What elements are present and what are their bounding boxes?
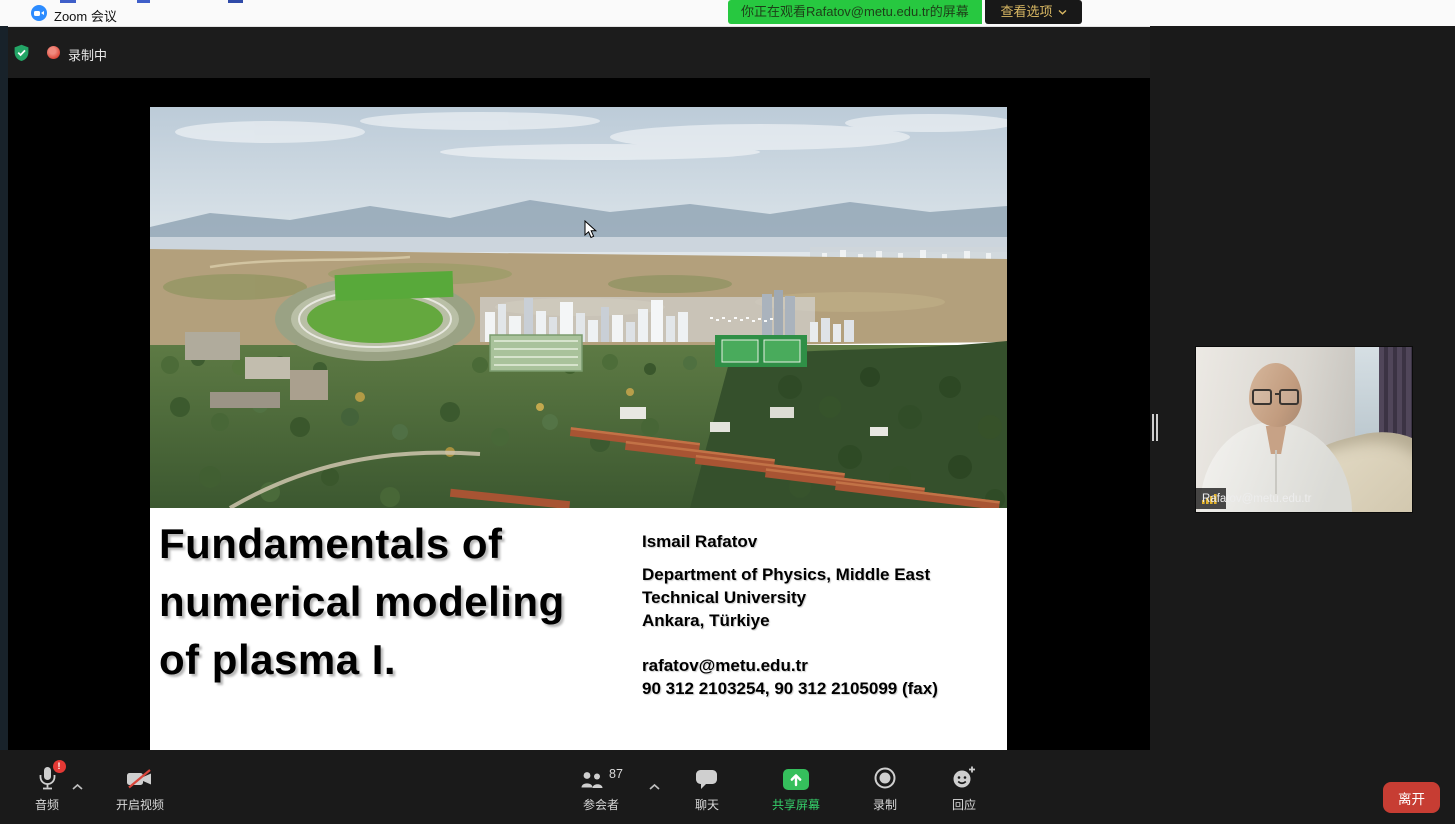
window-title-bar: Zoom 会议 你正在观看Rafatov@metu.edu.tr的屏幕 查看选项 (0, 0, 1455, 27)
record-button[interactable]: 录制 (842, 764, 928, 813)
audio-options-chevron[interactable] (71, 783, 84, 791)
reactions-button[interactable]: 回应 (921, 764, 1007, 813)
participants-count: 87 (609, 767, 623, 781)
desktop-edge-strip (0, 26, 8, 750)
share-screen-icon (783, 769, 809, 790)
participants-icon (579, 770, 605, 790)
slide-author-block: Ismail Rafatov Department of Physics, Mi… (642, 530, 992, 700)
chevron-down-icon (1058, 9, 1067, 15)
affiliation-line: Ankara, Türkiye (642, 609, 992, 632)
record-icon (873, 766, 897, 790)
chat-bubble-icon (695, 768, 719, 790)
participant-name-tag: Rafatov@metu.edu.tr (1196, 488, 1226, 509)
start-video-button[interactable]: 开启视频 (97, 764, 183, 813)
record-label: 录制 (873, 796, 897, 813)
view-options-label: 查看选项 (1000, 0, 1052, 24)
participant-name-label: Rafatov@metu.edu.tr (1202, 493, 1311, 505)
affiliation-line: Technical University (642, 586, 992, 609)
reactions-label: 回应 (952, 796, 976, 813)
recording-dot-icon (47, 46, 60, 59)
background-window-artifact (137, 0, 150, 3)
audio-alert-badge: ! (53, 760, 66, 773)
audio-label: 音频 (35, 796, 59, 813)
security-shield-icon[interactable] (13, 44, 30, 62)
share-screen-label: 共享屏幕 (772, 796, 820, 813)
participants-options-chevron[interactable] (648, 783, 661, 791)
slide-title: Fundamentals of numerical modeling of pl… (159, 515, 719, 689)
share-screen-button[interactable]: 共享屏幕 (753, 764, 839, 813)
participants-button[interactable]: 87 参会者 (558, 764, 644, 813)
participant-video-tile[interactable]: Rafatov@metu.edu.tr (1196, 347, 1412, 512)
start-video-label: 开启视频 (116, 796, 164, 813)
reactions-smiley-icon (951, 765, 978, 790)
panel-resize-handle[interactable] (1152, 414, 1160, 441)
mouse-cursor-icon (584, 220, 598, 240)
zoom-meeting-window: Zoom 会议 你正在观看Rafatov@metu.edu.tr的屏幕 查看选项… (0, 0, 1455, 824)
camera-glyph (34, 11, 40, 16)
slide-title-line: of plasma I. (159, 631, 719, 689)
background-window-artifact (228, 0, 243, 3)
screen-watching-banner: 你正在观看Rafatov@metu.edu.tr的屏幕 (728, 0, 982, 24)
window-title: Zoom 会议 (54, 6, 117, 25)
zoom-app-icon (31, 5, 47, 21)
view-options-button[interactable]: 查看选项 (985, 0, 1082, 24)
author-name: Ismail Rafatov (642, 530, 992, 553)
background-window-artifact (60, 0, 76, 3)
slide-title-line: numerical modeling (159, 573, 719, 631)
campus-aerial-photo (150, 107, 1007, 508)
slide-title-line: Fundamentals of (159, 515, 719, 573)
affiliation-line: Department of Physics, Middle East (642, 563, 992, 586)
chat-label: 聊天 (695, 796, 719, 813)
leave-meeting-button[interactable]: 离开 (1383, 782, 1440, 813)
recording-status-label: 录制中 (68, 45, 107, 64)
participants-label: 参会者 (583, 796, 619, 813)
glasses (1252, 389, 1272, 405)
chat-button[interactable]: 聊天 (664, 764, 750, 813)
camera-off-icon (126, 768, 154, 790)
author-phone: 90 312 2103254, 90 312 2105099 (fax) (642, 677, 992, 700)
presentation-slide: Fundamentals of numerical modeling of pl… (150, 107, 1007, 750)
author-email: rafatov@metu.edu.tr (642, 654, 992, 677)
